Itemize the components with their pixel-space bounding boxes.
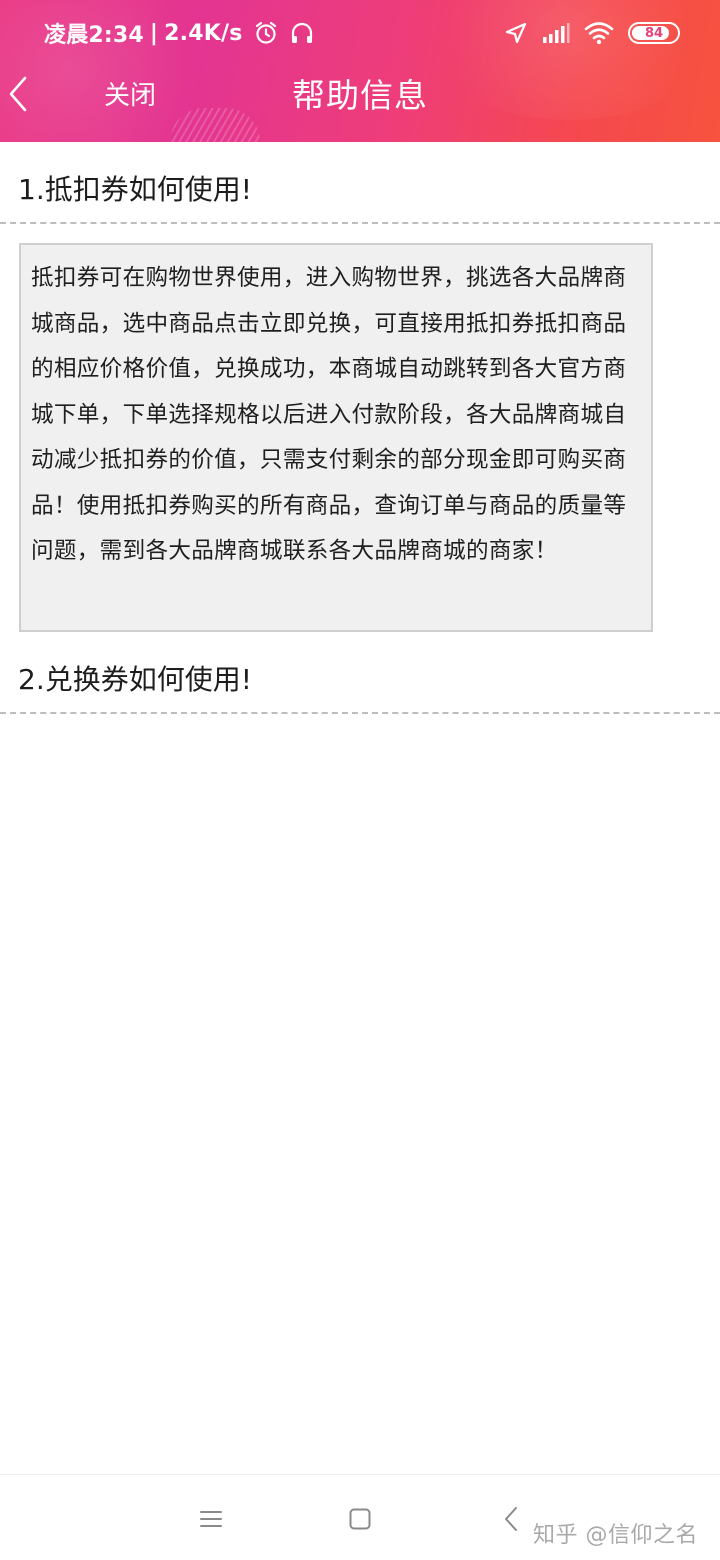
- alarm-icon: [253, 20, 279, 46]
- divider: [0, 222, 720, 224]
- home-button[interactable]: [340, 1501, 380, 1541]
- status-time: 凌晨2:34: [44, 23, 144, 48]
- faq-answer-1: 抵扣券可在购物世界使用，进入购物世界，挑选各大品牌商城商品，选中商品点击立即兑换…: [19, 243, 653, 632]
- home-square-icon: [348, 1507, 372, 1535]
- wifi-icon: [584, 21, 614, 45]
- nav-bar: 关闭 帮助信息: [0, 64, 720, 128]
- menu-icon: [199, 1509, 223, 1533]
- system-back-button[interactable]: [491, 1501, 531, 1541]
- status-left: 凌晨2:34 | 2.4K/s: [44, 18, 315, 48]
- system-nav-bar: 知乎 @信仰之名: [0, 1474, 720, 1560]
- faq-question-2[interactable]: 2.兑换券如何使用!: [18, 660, 252, 700]
- signal-icon: [542, 22, 570, 44]
- faq-question-1[interactable]: 1.抵扣券如何使用!: [18, 170, 252, 210]
- divider: [0, 712, 720, 714]
- back-icon: [503, 1506, 519, 1536]
- status-bar: 凌晨2:34 | 2.4K/s 84: [0, 0, 720, 64]
- status-right: 84: [490, 18, 680, 48]
- battery-indicator: 84: [628, 22, 680, 44]
- page-title: 帮助信息: [292, 76, 428, 115]
- battery-icon: 84: [628, 22, 680, 44]
- location-arrow-icon: [504, 21, 528, 45]
- headset-icon: [289, 20, 315, 46]
- net-speed: 2.4K/s: [164, 20, 243, 46]
- status-separator: |: [149, 20, 159, 46]
- help-page: 凌晨2:34 | 2.4K/s 84 关闭 帮助信息 1.抵扣券如何使用! 抵扣…: [0, 0, 720, 1560]
- recent-apps-button[interactable]: [191, 1501, 231, 1541]
- watermark: 知乎 @信仰之名: [533, 1523, 698, 1548]
- battery-level: 84: [644, 25, 664, 41]
- header: 凌晨2:34 | 2.4K/s 84 关闭 帮助信息: [0, 0, 720, 142]
